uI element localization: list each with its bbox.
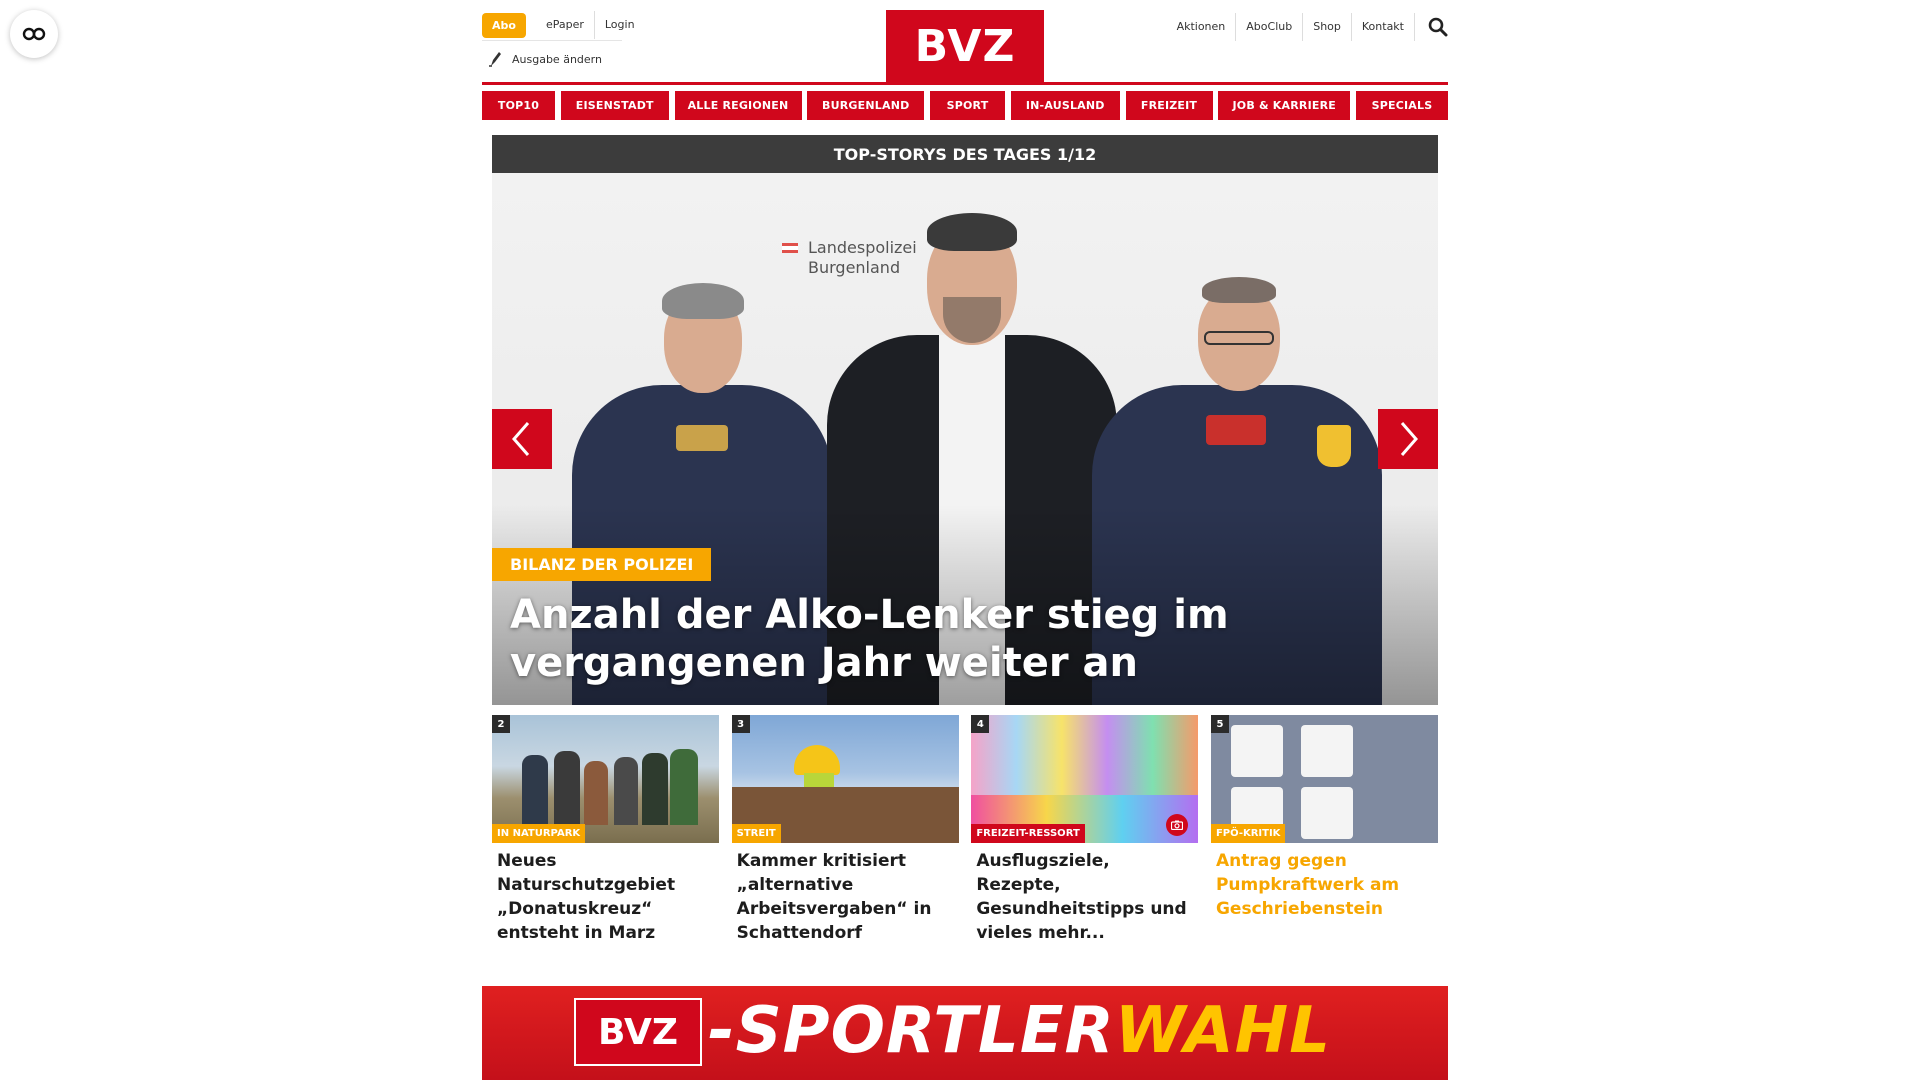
sportlerwahl-banner[interactable]: BVZ -SPORTLERWAHL bbox=[482, 986, 1448, 1080]
teaser-tag: STREIT bbox=[731, 824, 781, 843]
teaser-rank: 5 bbox=[1210, 715, 1229, 733]
teaser-title[interactable]: Ausflugsziele, Rezepte, Gesundheitstipps… bbox=[976, 849, 1193, 945]
top-left-links: Abo ePaper Login bbox=[482, 11, 645, 39]
search-icon bbox=[1428, 17, 1448, 37]
banner-title-yellow: WAHL bbox=[1114, 994, 1331, 1068]
epaper-link[interactable]: ePaper bbox=[536, 11, 594, 39]
nav-item-in-ausland[interactable]: IN-AUSLAND bbox=[1010, 91, 1120, 120]
accessibility-button[interactable] bbox=[10, 10, 58, 58]
story-teasers: 2 IN NATURPARK Neues Naturschutzgebiet „… bbox=[492, 715, 1438, 945]
teaser-title[interactable]: Antrag gegen Pumpkraftwerk am Geschriebe… bbox=[1216, 849, 1433, 921]
aktionen-link[interactable]: Aktionen bbox=[1167, 13, 1236, 41]
site-logo[interactable]: BVZ bbox=[886, 10, 1044, 82]
nav-item-sport[interactable]: SPORT bbox=[930, 91, 1005, 120]
banner-title: -SPORTLERWAHL bbox=[708, 994, 1331, 1068]
nav-item-specials[interactable]: SPECIALS bbox=[1356, 91, 1448, 120]
nav-item-job-karriere[interactable]: JOB & KARRIERE bbox=[1218, 91, 1351, 120]
teaser-card[interactable]: 4 FREIZEIT-RESSORT Ausflugsziele, Rezept… bbox=[971, 715, 1199, 945]
pen-icon bbox=[489, 52, 501, 67]
teaser-tag: FPÖ-KRITIK bbox=[1210, 824, 1286, 843]
chevron-right-icon bbox=[1400, 422, 1418, 456]
camera-icon bbox=[1171, 820, 1184, 830]
austria-flag-icon bbox=[782, 243, 798, 253]
nav-item-burgenland[interactable]: BURGENLAND bbox=[807, 91, 925, 120]
nav-item-freizeit[interactable]: FREIZEIT bbox=[1125, 91, 1213, 120]
teaser-image[interactable]: 2 IN NATURPARK bbox=[492, 715, 719, 843]
page: Abo ePaper Login Ausgabe ändern BVZ Akti… bbox=[482, 0, 1448, 1080]
nav-item-alle-regionen[interactable]: ALLE REGIONEN bbox=[674, 91, 802, 120]
teaser-card[interactable]: 2 IN NATURPARK Neues Naturschutzgebiet „… bbox=[492, 715, 719, 945]
teaser-rank: 3 bbox=[731, 715, 750, 733]
aboclub-link[interactable]: AboClub bbox=[1235, 13, 1302, 41]
search-button[interactable] bbox=[1414, 13, 1448, 41]
teaser-rank: 2 bbox=[492, 715, 510, 733]
teaser-rank: 4 bbox=[971, 715, 990, 733]
nav-item-eisenstadt[interactable]: EISENSTADT bbox=[560, 91, 669, 120]
banner-logo: BVZ bbox=[574, 998, 702, 1066]
teaser-card[interactable]: 3 STREIT Kammer kritisiert „alternative … bbox=[731, 715, 959, 945]
teaser-tag: FREIZEIT-RESSORT bbox=[971, 824, 1085, 843]
slider-prev-button[interactable] bbox=[492, 409, 552, 469]
teaser-title[interactable]: Neues Naturschutzgebiet „Donatuskreuz“ e… bbox=[497, 849, 714, 945]
shop-link[interactable]: Shop bbox=[1302, 13, 1351, 41]
teaser-card[interactable]: 5 FPÖ-KRITIK Antrag gegen Pumpkraftwerk … bbox=[1210, 715, 1438, 945]
top-stories-header: TOP-STORYS DES TAGES 1/12 bbox=[492, 135, 1438, 173]
teaser-image[interactable]: 3 STREIT bbox=[731, 715, 959, 843]
banner-title-white: -SPORTLER bbox=[708, 994, 1115, 1068]
chevron-left-icon bbox=[512, 422, 530, 456]
abo-button[interactable]: Abo bbox=[482, 12, 526, 38]
login-link[interactable]: Login bbox=[593, 11, 645, 39]
teaser-title[interactable]: Kammer kritisiert „alternative Arbeitsve… bbox=[737, 849, 954, 945]
slider-next-button[interactable] bbox=[1378, 409, 1438, 469]
kontakt-link[interactable]: Kontakt bbox=[1350, 13, 1414, 41]
ausgabe-aendern-link[interactable]: Ausgabe ändern bbox=[488, 51, 602, 67]
divider bbox=[482, 40, 622, 41]
hero-category-label[interactable]: BILANZ DER POLIZEI bbox=[492, 548, 712, 581]
ausgabe-label: Ausgabe ändern bbox=[512, 52, 602, 66]
hero-story[interactable]: Landespolizei Burgenland BILANZ DER POLI… bbox=[492, 173, 1438, 705]
glasses-icon bbox=[22, 27, 46, 41]
site-header: Abo ePaper Login Ausgabe ändern BVZ Akti… bbox=[482, 0, 1448, 85]
header-divider bbox=[482, 82, 1448, 85]
main-nav: TOP10 EISENSTADT ALLE REGIONEN BURGENLAN… bbox=[482, 91, 1448, 120]
hero-headline[interactable]: Anzahl der Alko-Lenker stieg im vergange… bbox=[510, 591, 1270, 687]
nav-item-top10[interactable]: TOP10 bbox=[482, 91, 555, 120]
teaser-tag: IN NATURPARK bbox=[492, 824, 586, 843]
teaser-image[interactable]: 5 FPÖ-KRITIK bbox=[1210, 715, 1438, 843]
top-right-links: Aktionen AboClub Shop Kontakt bbox=[1167, 13, 1448, 41]
teaser-image[interactable]: 4 FREIZEIT-RESSORT bbox=[971, 715, 1199, 843]
